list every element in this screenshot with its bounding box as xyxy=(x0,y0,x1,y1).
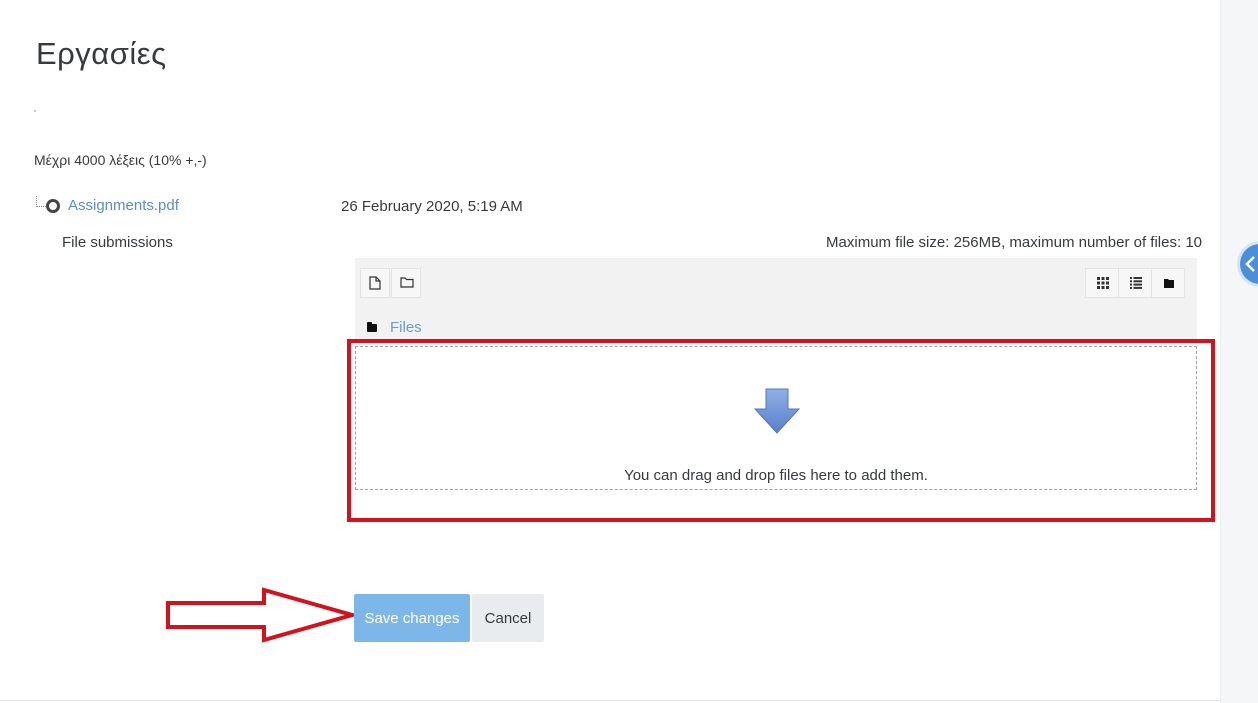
list-view-icon xyxy=(1130,277,1142,289)
add-file-icon xyxy=(369,276,381,290)
dropzone-highlight-annotation xyxy=(347,339,1215,522)
assignment-note: Μέχρι 4000 λέξεις (10% +,-) xyxy=(34,152,207,168)
grid-view-icon xyxy=(1097,277,1109,289)
create-folder-icon xyxy=(400,277,414,288)
grid-view-button[interactable] xyxy=(1085,268,1119,298)
upload-limits: Maximum file size: 256MB, maximum number… xyxy=(826,234,1202,251)
divider-dot xyxy=(34,110,36,112)
tree-connector-icon xyxy=(36,196,46,207)
add-file-button[interactable] xyxy=(360,268,390,298)
main-content: Εργασίες Μέχρι 4000 λέξεις (10% +,-) Ass… xyxy=(0,0,1220,703)
view-switcher xyxy=(1085,268,1185,298)
attachment-date: 26 February 2020, 5:19 AM xyxy=(341,198,523,215)
save-changes-button[interactable]: Save changes xyxy=(354,594,470,642)
list-view-button[interactable] xyxy=(1118,268,1152,298)
right-drawer-strip xyxy=(1220,0,1258,703)
file-submissions-label: File submissions xyxy=(62,234,173,251)
attachment-link[interactable]: Assignments.pdf xyxy=(68,197,179,214)
tree-view-button[interactable] xyxy=(1151,268,1185,298)
footer-divider xyxy=(0,700,1220,701)
files-folder-link[interactable]: Files xyxy=(390,319,422,336)
folder-icon xyxy=(367,321,377,332)
chevron-left-icon xyxy=(1245,256,1255,272)
red-arrow-annotation xyxy=(166,587,356,643)
breadcrumb: Files xyxy=(367,319,422,336)
file-manager-toolbar: Files xyxy=(355,258,1197,342)
cancel-button[interactable]: Cancel xyxy=(472,594,544,642)
page-title: Εργασίες xyxy=(36,36,167,71)
tree-view-icon xyxy=(1164,279,1174,288)
create-folder-button[interactable] xyxy=(391,268,421,298)
file-type-icon xyxy=(46,199,60,213)
